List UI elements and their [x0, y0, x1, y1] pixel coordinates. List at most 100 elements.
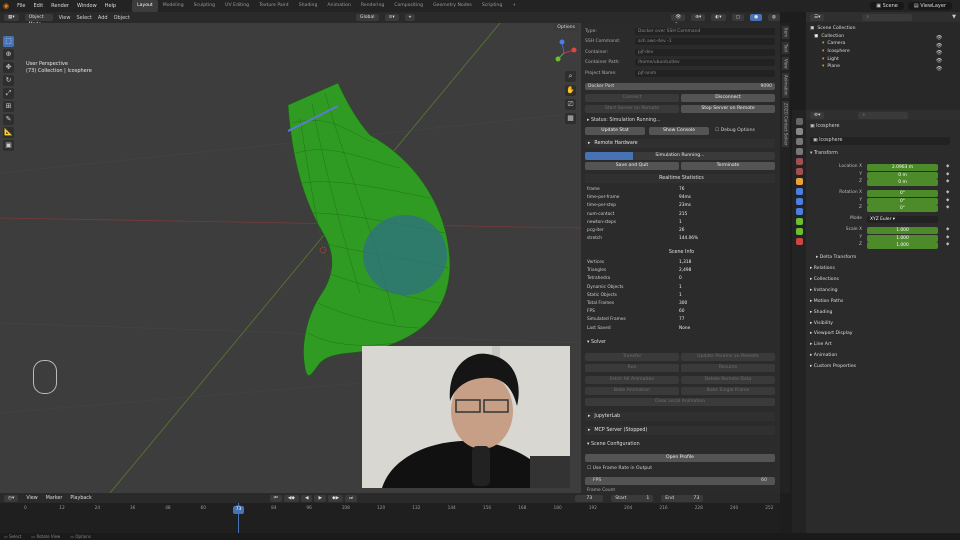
mode-dropdown[interactable]: Object Mode: [24, 14, 53, 27]
render-tab-icon[interactable]: [795, 128, 803, 135]
solver-button-fetch-all-animation[interactable]: Fetch All Animation: [585, 375, 679, 384]
workspace-tab-modeling[interactable]: Modeling: [158, 0, 189, 12]
viewport-menu-view[interactable]: View: [59, 15, 71, 21]
sidebar-tab-item[interactable]: Item: [781, 26, 789, 40]
keyframe-dot-icon[interactable]: ◆: [946, 179, 949, 184]
sidebar-tab-zozo-contact-solver[interactable]: ZOZO Contact Solver: [781, 100, 789, 148]
view-layer-tab-icon[interactable]: [795, 148, 803, 155]
outliner-type-button[interactable]: ☰▾: [810, 13, 825, 21]
properties-section-instancing[interactable]: ▸ Instancing: [810, 288, 838, 293]
constraints-tab-icon[interactable]: [795, 218, 803, 225]
properties-search-input[interactable]: ⌕: [858, 111, 909, 119]
realtime-stats-header[interactable]: Realtime Statistics: [585, 174, 775, 183]
scene-config-header[interactable]: ▾ Scene Configuration: [587, 442, 640, 447]
update-stat-button[interactable]: Update Stat: [585, 127, 645, 135]
properties-section-line-art[interactable]: ▸ Line Art: [810, 342, 832, 347]
start-frame-field[interactable]: Start 1: [611, 494, 654, 502]
physics-tab-icon[interactable]: [795, 208, 803, 215]
solver-button-resume[interactable]: Resume: [681, 364, 775, 373]
keyframe-dot-icon[interactable]: ◆: [946, 242, 949, 247]
camera-icon[interactable]: ⎚: [565, 99, 576, 110]
rotation-mode-dropdown[interactable]: XYZ Euler ▾: [867, 216, 938, 223]
keyframe-dot-icon[interactable]: ◆: [946, 235, 949, 240]
pivot-button[interactable]: ⊙▾: [384, 14, 399, 21]
visibility-toggle[interactable]: 👁: [936, 35, 942, 41]
measure-tool-icon[interactable]: 📐: [3, 127, 14, 138]
timeline-menu-playback[interactable]: Playback: [70, 496, 91, 501]
properties-section-motion-paths[interactable]: ▸ Motion Paths: [810, 299, 843, 304]
connect-button[interactable]: Connect: [585, 94, 679, 102]
solver-button-transfer[interactable]: Transfer: [585, 353, 679, 361]
visibility-toggle[interactable]: 👁: [936, 66, 942, 72]
keyframe-dot-icon[interactable]: ◆: [946, 190, 949, 195]
snap-button[interactable]: ⌖: [404, 14, 416, 21]
solver-button-clear-local-animation[interactable]: Clear Local Animation: [585, 398, 775, 407]
workspace-tab-scripting[interactable]: Scripting: [477, 0, 507, 12]
scale-tool-icon[interactable]: ⤢: [3, 88, 14, 99]
save-quit-button[interactable]: Save and Quit: [585, 162, 679, 170]
visibility-toggle[interactable]: 👁: [936, 58, 942, 64]
playhead[interactable]: 73: [233, 506, 244, 514]
timeline-menu-marker[interactable]: Marker: [46, 496, 63, 501]
properties-section-relations[interactable]: ▸ Relations: [810, 266, 835, 271]
properties-type-button[interactable]: ⚙▾: [810, 111, 825, 119]
world-tab-icon[interactable]: [795, 168, 803, 175]
menu-edit[interactable]: Edit: [29, 0, 47, 12]
sidebar-tab-view[interactable]: View: [781, 56, 789, 71]
workspace-tab-rendering[interactable]: Rendering: [356, 0, 389, 12]
field-value[interactable]: /home/ubuntu/dev: [635, 59, 775, 66]
location-location-x-field[interactable]: 2.0903 m: [867, 164, 938, 171]
properties-section-animation[interactable]: ▸ Animation: [810, 353, 837, 358]
workspace-tab-uv-editing[interactable]: UV Editing: [220, 0, 254, 12]
zoom-icon[interactable]: ⌕: [565, 71, 576, 82]
location-z-field[interactable]: 0 m: [867, 179, 938, 187]
scene-selector[interactable]: ▣ Scene: [870, 2, 904, 10]
pan-icon[interactable]: ✋: [565, 85, 576, 96]
move-tool-icon[interactable]: ✥: [3, 62, 14, 73]
editor-type-button[interactable]: ▦▾: [4, 14, 19, 21]
scale-z-field[interactable]: 1.000: [867, 242, 938, 250]
transform-header[interactable]: ▾ Transform: [810, 151, 838, 156]
menu-render[interactable]: Render: [47, 0, 73, 12]
properties-section-collections[interactable]: ▸ Collections: [810, 277, 839, 282]
workspace-tab-shading[interactable]: Shading: [294, 0, 323, 12]
shading-solid-button[interactable]: ●: [749, 14, 762, 21]
viewport-menu-object[interactable]: Object: [114, 15, 130, 21]
visibility-toggle[interactable]: 👁: [936, 50, 942, 56]
scene-collection-row[interactable]: ▣ Scene Collection: [810, 24, 856, 32]
next-key-button[interactable]: ◆▶: [328, 494, 344, 502]
rotation-y-field[interactable]: 0°: [867, 197, 938, 205]
menu-help[interactable]: Help: [101, 0, 120, 12]
workspace-tab-sculpting[interactable]: Sculpting: [189, 0, 220, 12]
show-console-button[interactable]: Show Console: [649, 127, 709, 135]
disconnect-button[interactable]: Disconnect: [681, 94, 775, 102]
outliner-item-plane[interactable]: ▾ Plane: [822, 63, 840, 71]
menu-file[interactable]: File: [13, 0, 29, 12]
location-y-field[interactable]: 0 m: [867, 171, 938, 179]
scale-y-field[interactable]: 1.000: [867, 234, 938, 242]
start-server-button[interactable]: Start Server on Remote: [585, 105, 679, 113]
solver-button-delete-remote-data[interactable]: Delete Remote Data: [681, 375, 775, 384]
properties-section-custom-properties[interactable]: ▸ Custom Properties: [810, 364, 856, 369]
timeline-type-button[interactable]: ◷▾: [4, 494, 19, 502]
outliner-search-input[interactable]: ⌕: [862, 13, 913, 21]
sidebar-tab-tool[interactable]: Tool: [781, 42, 789, 54]
workspace-tab-animation[interactable]: Animation: [322, 0, 355, 12]
stop-server-button[interactable]: Stop Server on Remote: [681, 105, 775, 113]
solver-button-bake-animation[interactable]: Bake Animation: [585, 386, 679, 395]
terminate-button[interactable]: Terminate: [681, 162, 775, 170]
rotate-tool-icon[interactable]: ↻: [3, 75, 14, 86]
end-frame-field[interactable]: End 73: [661, 494, 704, 502]
keyframe-dot-icon[interactable]: ◆: [946, 164, 949, 169]
fps-field[interactable]: FPS 60: [585, 477, 775, 485]
mcp-header[interactable]: ▸ MCP Server (Stopped): [585, 426, 775, 435]
current-frame-field[interactable]: 73: [575, 494, 604, 502]
field-value[interactable]: ssh aws-dev -1: [635, 38, 775, 45]
workspace-tab-layout[interactable]: Layout: [132, 0, 158, 12]
output-tab-icon[interactable]: [795, 138, 803, 145]
menu-window[interactable]: Window: [73, 0, 101, 12]
select-tool-icon[interactable]: ⬚: [3, 36, 14, 47]
object-name-field[interactable]: ▣ Icosphere: [810, 137, 950, 145]
play-reverse-button[interactable]: ◀: [300, 494, 313, 502]
cursor-tool-icon[interactable]: ⊕: [3, 49, 14, 60]
